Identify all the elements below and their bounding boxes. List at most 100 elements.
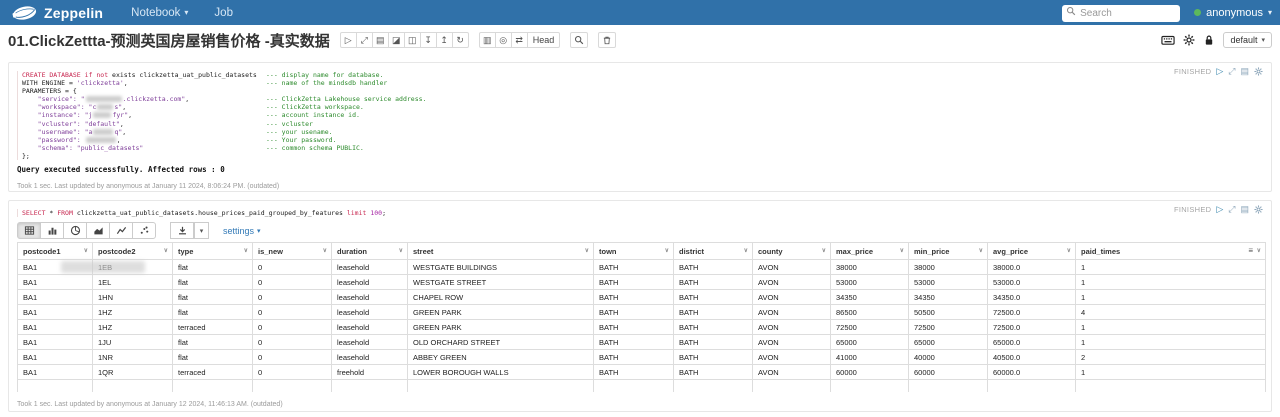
column-filter-chevron-icon[interactable]: ∨ bbox=[1067, 247, 1071, 254]
column-filter-chevron-icon[interactable]: ∨ bbox=[979, 247, 983, 254]
search-icon bbox=[574, 35, 584, 45]
table-row: BA11EBflat0leaseholdWESTGATE BUILDINGSBA… bbox=[18, 260, 1266, 275]
query-result-text: Query executed successfully. Affected ro… bbox=[17, 165, 1263, 174]
version-file-button[interactable]: ▥ bbox=[479, 32, 496, 48]
column-header-district[interactable]: district∨ bbox=[674, 243, 753, 260]
table-header-row: postcode1∨postcode2∨type∨is_new∨duration… bbox=[18, 243, 1266, 260]
column-header-postcode1[interactable]: postcode1∨ bbox=[18, 243, 93, 260]
table-row: BA11ELflat0leaseholdWESTGATE STREETBATHB… bbox=[18, 275, 1266, 290]
column-header-street[interactable]: street∨ bbox=[408, 243, 594, 260]
column-header-paid_times[interactable]: paid_times∨≡ bbox=[1076, 243, 1266, 260]
nav-menu: Notebook ▾ Job bbox=[131, 7, 233, 19]
code-line: PARAMETERS = { bbox=[22, 87, 1263, 95]
refresh-icon: ↻ bbox=[456, 35, 464, 46]
note-title[interactable]: 01.ClickZettta-预测英国房屋销售价格 -真实数据 bbox=[8, 30, 330, 51]
commit-button[interactable]: ◎ bbox=[495, 32, 512, 48]
column-filter-chevron-icon[interactable]: ∨ bbox=[399, 247, 403, 254]
download-options-button[interactable]: ▾ bbox=[194, 222, 209, 239]
commit-icon: ◎ bbox=[499, 35, 507, 46]
table-chart-button[interactable] bbox=[17, 222, 41, 239]
column-header-duration[interactable]: duration∨ bbox=[332, 243, 408, 260]
column-filter-chevron-icon[interactable]: ∨ bbox=[164, 247, 168, 254]
table-row-clipped bbox=[18, 380, 1266, 393]
column-filter-chevron-icon[interactable]: ∨ bbox=[84, 247, 88, 254]
column-filter-chevron-icon[interactable]: ∨ bbox=[1257, 247, 1261, 254]
blimp-icon bbox=[12, 5, 38, 20]
search-code-button[interactable] bbox=[570, 32, 588, 48]
visualization-toolbar: ▾ settings ▾ bbox=[17, 222, 1263, 239]
search-input[interactable] bbox=[1062, 5, 1180, 22]
bar-chart-button[interactable] bbox=[40, 222, 64, 239]
column-header-postcode2[interactable]: postcode2∨ bbox=[93, 243, 173, 260]
export-note-button[interactable]: ↧ bbox=[420, 32, 437, 48]
toggle-code-button[interactable]: ⤢ bbox=[356, 32, 373, 48]
column-header-county[interactable]: county∨ bbox=[753, 243, 831, 260]
nav-item-job[interactable]: Job bbox=[214, 7, 233, 19]
code-comment: --- common schema PUBLIC. bbox=[266, 144, 364, 152]
note-titlebar: 01.ClickZettta-预测英国房屋销售价格 -真实数据 ▷ ⤢ ▤ ◪ … bbox=[0, 25, 1280, 55]
pie-chart-button[interactable] bbox=[63, 222, 87, 239]
nav-item-notebook[interactable]: Notebook ▾ bbox=[131, 7, 188, 19]
column-filter-chevron-icon[interactable]: ∨ bbox=[244, 247, 248, 254]
run-all-button[interactable]: ▷ bbox=[340, 32, 357, 48]
permissions-lock-icon[interactable] bbox=[1203, 34, 1215, 46]
chevron-down-icon: ▾ bbox=[1268, 8, 1272, 17]
clone-note-button[interactable]: ◫ bbox=[404, 32, 421, 48]
code-comment: --- ClickZetta workspace. bbox=[266, 103, 364, 111]
user-status-dot bbox=[1194, 9, 1201, 16]
delete-note-button[interactable] bbox=[598, 32, 616, 48]
settings-link[interactable]: settings ▾ bbox=[223, 226, 261, 236]
result-table-container[interactable]: postcode1∨postcode2∨type∨is_new∨duration… bbox=[17, 242, 1266, 392]
column-header-type[interactable]: type∨ bbox=[173, 243, 253, 260]
column-filter-chevron-icon[interactable]: ∨ bbox=[822, 247, 826, 254]
code-comment: --- name of the mindsdb handler bbox=[266, 79, 387, 87]
code-comment: --- your usename. bbox=[266, 128, 333, 136]
download-icon bbox=[177, 225, 188, 236]
code-line: "workspace": "cs",--- ClickZetta workspa… bbox=[22, 103, 1263, 111]
user-menu[interactable]: anonymous ▾ bbox=[1194, 7, 1272, 19]
chevron-down-icon: ▾ bbox=[200, 227, 204, 235]
redacted-value bbox=[93, 112, 111, 118]
column-filter-chevron-icon[interactable]: ∨ bbox=[744, 247, 748, 254]
reload-note-button[interactable]: ↻ bbox=[452, 32, 469, 48]
column-filter-chevron-icon[interactable]: ∨ bbox=[585, 247, 589, 254]
paragraph-footer: Took 1 sec. Last updated by anonymous at… bbox=[17, 401, 1263, 408]
column-header-town[interactable]: town∨ bbox=[594, 243, 674, 260]
line-chart-button[interactable] bbox=[109, 222, 133, 239]
zeppelin-logo[interactable]: Zeppelin bbox=[12, 5, 103, 21]
version-control-group: ▥ ◎ ⇄ Head bbox=[479, 32, 561, 48]
table-row: BA11HNflat0leaseholdCHAPEL ROWBATHBATHAV… bbox=[18, 290, 1266, 305]
code-line: "password": ,--- Your password. bbox=[22, 136, 1263, 144]
chevron-down-icon: ▾ bbox=[1261, 36, 1265, 44]
table-menu-icon[interactable]: ≡ bbox=[1248, 246, 1253, 255]
chevron-down-icon: ▾ bbox=[257, 227, 261, 235]
interpreter-dropdown[interactable]: default ▾ bbox=[1223, 32, 1272, 48]
code-editor[interactable]: CREATE DATABASE if not exists clickzetta… bbox=[17, 71, 1263, 160]
table-row: BA11JUflat0leaseholdOLD ORCHARD STREETBA… bbox=[18, 335, 1266, 350]
redacted-value bbox=[93, 129, 113, 135]
shortcuts-keyboard-icon[interactable] bbox=[1161, 33, 1175, 47]
column-header-min_price[interactable]: min_price∨ bbox=[909, 243, 988, 260]
column-filter-chevron-icon[interactable]: ∨ bbox=[665, 247, 669, 254]
import-note-button[interactable]: ↥ bbox=[436, 32, 453, 48]
download-icon: ↧ bbox=[424, 35, 432, 46]
column-filter-chevron-icon[interactable]: ∨ bbox=[323, 247, 327, 254]
toggle-output-button[interactable]: ▤ bbox=[372, 32, 389, 48]
line-chart-icon bbox=[116, 225, 127, 236]
clear-output-button[interactable]: ◪ bbox=[388, 32, 405, 48]
compare-revisions-button[interactable]: ⇄ bbox=[511, 32, 528, 48]
column-header-avg_price[interactable]: avg_price∨ bbox=[988, 243, 1076, 260]
area-chart-button[interactable] bbox=[86, 222, 110, 239]
download-data-button[interactable] bbox=[170, 222, 194, 239]
book-icon: ▤ bbox=[376, 35, 385, 46]
column-filter-chevron-icon[interactable]: ∨ bbox=[900, 247, 904, 254]
interpreter-gear-icon[interactable] bbox=[1183, 34, 1195, 46]
column-header-max_price[interactable]: max_price∨ bbox=[831, 243, 909, 260]
clone-icon: ◫ bbox=[408, 35, 417, 46]
code-line: "username": "aq",--- your usename. bbox=[22, 128, 1263, 136]
table-chart-icon bbox=[24, 225, 35, 236]
code-editor[interactable]: SELECT * FROM clickzetta_uat_public_data… bbox=[17, 209, 1263, 217]
revision-head-button[interactable]: Head bbox=[527, 32, 561, 48]
scatter-chart-button[interactable] bbox=[132, 222, 156, 239]
column-header-is_new[interactable]: is_new∨ bbox=[253, 243, 332, 260]
